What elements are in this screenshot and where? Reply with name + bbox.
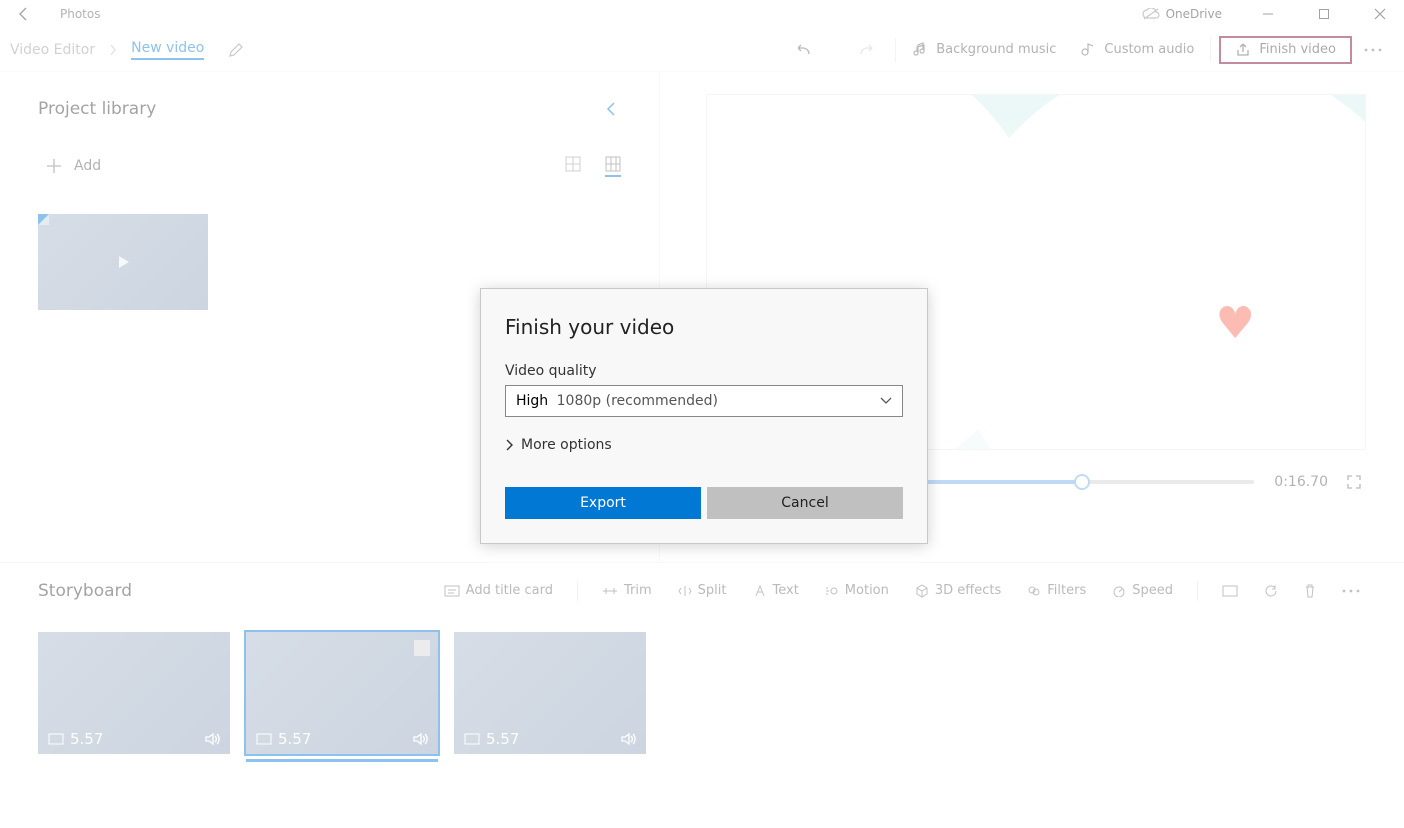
cancel-button[interactable]: Cancel [707, 487, 903, 519]
quality-value-high: High [516, 393, 548, 409]
export-button[interactable]: Export [505, 487, 701, 519]
finish-video-dialog: Finish your video Video quality High 108… [480, 288, 928, 544]
more-options-button[interactable]: More options [505, 437, 903, 453]
chevron-right-icon [505, 439, 513, 451]
more-options-label: More options [521, 437, 612, 453]
chevron-down-icon [880, 397, 892, 405]
quality-value-detail: 1080p (recommended) [557, 393, 718, 409]
dialog-title: Finish your video [505, 315, 903, 339]
quality-label: Video quality [505, 363, 903, 379]
quality-select[interactable]: High 1080p (recommended) [505, 385, 903, 417]
